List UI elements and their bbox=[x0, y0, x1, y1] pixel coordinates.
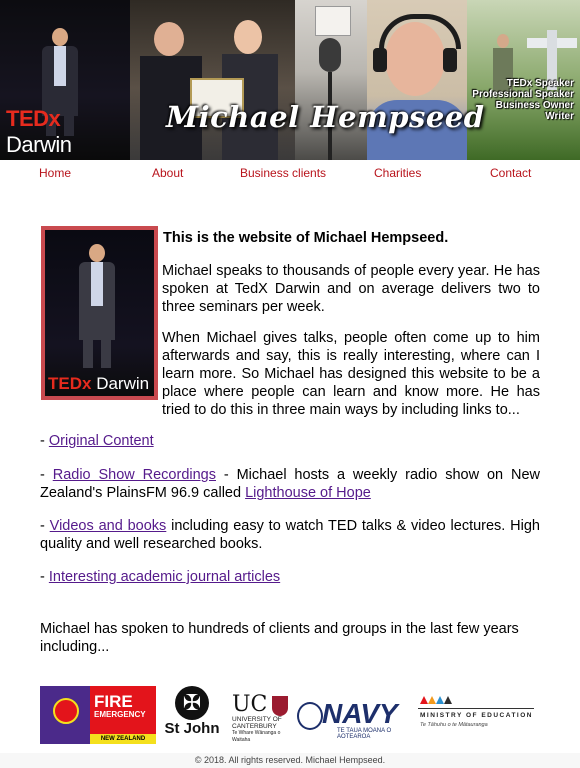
nav-business-clients[interactable]: Business clients bbox=[240, 166, 326, 180]
ministry-of-education-logo: MINISTRY OF EDUCATION Te Tāhuhu o te Māt… bbox=[418, 696, 536, 736]
lighthouse-of-hope-link[interactable]: Lighthouse of Hope bbox=[245, 485, 371, 501]
site-title: Michael Hempseed bbox=[166, 100, 485, 134]
speaker-photo-frame: TEDx Darwin bbox=[41, 226, 158, 400]
fire-emergency-logo: FIRE EMERGENCY NEW ZEALAND bbox=[40, 686, 156, 744]
banner-photo-microphone bbox=[295, 0, 367, 160]
tedx-darwin-logo: TEDx Darwin bbox=[6, 106, 72, 157]
speaker-roles: TEDx Speaker Professional Speaker Busine… bbox=[472, 78, 574, 122]
banner-photo-headphones bbox=[367, 0, 467, 160]
list-item-journal-articles: - Interesting academic journal articles bbox=[40, 569, 281, 585]
header-banner: TEDx Darwin Michael Hempseed TEDx Speake… bbox=[0, 0, 580, 160]
photo-tedx-logo: TEDx Darwin bbox=[48, 374, 150, 393]
journal-articles-link[interactable]: Interesting academic journal articles bbox=[49, 569, 280, 585]
role-writer: Writer bbox=[545, 111, 574, 122]
list-item-original-content: - Original Content bbox=[40, 433, 154, 449]
uc-crest-icon bbox=[272, 696, 288, 716]
navy-crest-icon bbox=[297, 702, 323, 730]
nav-home[interactable]: Home bbox=[39, 166, 71, 180]
videos-and-books-link[interactable]: Videos and books bbox=[50, 518, 167, 534]
client-logos: FIRE EMERGENCY NEW ZEALAND ✠ St John UC U… bbox=[40, 684, 540, 746]
main-nav: Home About Business clients Charities Co… bbox=[0, 160, 580, 186]
intro-heading: This is the website of Michael Hempseed. bbox=[163, 230, 449, 246]
list-item-radio-show: - Radio Show Recordings - Michael hosts … bbox=[40, 467, 540, 501]
navy-logo: NAVY TE TAUA MOANA O AOTEAROA bbox=[297, 698, 413, 740]
footer-copyright: © 2018. All rights reserved. Michael Hem… bbox=[0, 753, 580, 768]
clients-intro: Michael has spoken to hundreds of client… bbox=[40, 621, 519, 655]
role-tedx-speaker: TEDx Speaker bbox=[506, 78, 574, 89]
original-content-link[interactable]: Original Content bbox=[49, 433, 154, 449]
nav-contact[interactable]: Contact bbox=[490, 166, 531, 180]
role-professional-speaker: Professional Speaker bbox=[472, 89, 574, 100]
intro-paragraph-1: Michael speaks to thousands of people ev… bbox=[162, 263, 540, 315]
intro-paragraph-2: When Michael gives talks, people often c… bbox=[162, 330, 540, 418]
nav-about[interactable]: About bbox=[152, 166, 183, 180]
nav-charities[interactable]: Charities bbox=[374, 166, 421, 180]
banner-photo-stage: TEDx Darwin bbox=[0, 0, 130, 160]
st-john-logo: ✠ St John bbox=[158, 686, 226, 746]
university-of-canterbury-logo: UC UNIVERSITY OF CANTERBURY Te Whare Wān… bbox=[232, 694, 298, 746]
banner-photo-certificate bbox=[130, 0, 295, 160]
radio-show-recordings-link[interactable]: Radio Show Recordings bbox=[53, 467, 216, 483]
list-item-videos-books: - Videos and books including easy to wat… bbox=[40, 518, 540, 552]
maltese-cross-icon: ✠ bbox=[175, 686, 209, 720]
speaker-photo: TEDx Darwin bbox=[45, 230, 154, 396]
role-business-owner: Business Owner bbox=[495, 100, 574, 111]
